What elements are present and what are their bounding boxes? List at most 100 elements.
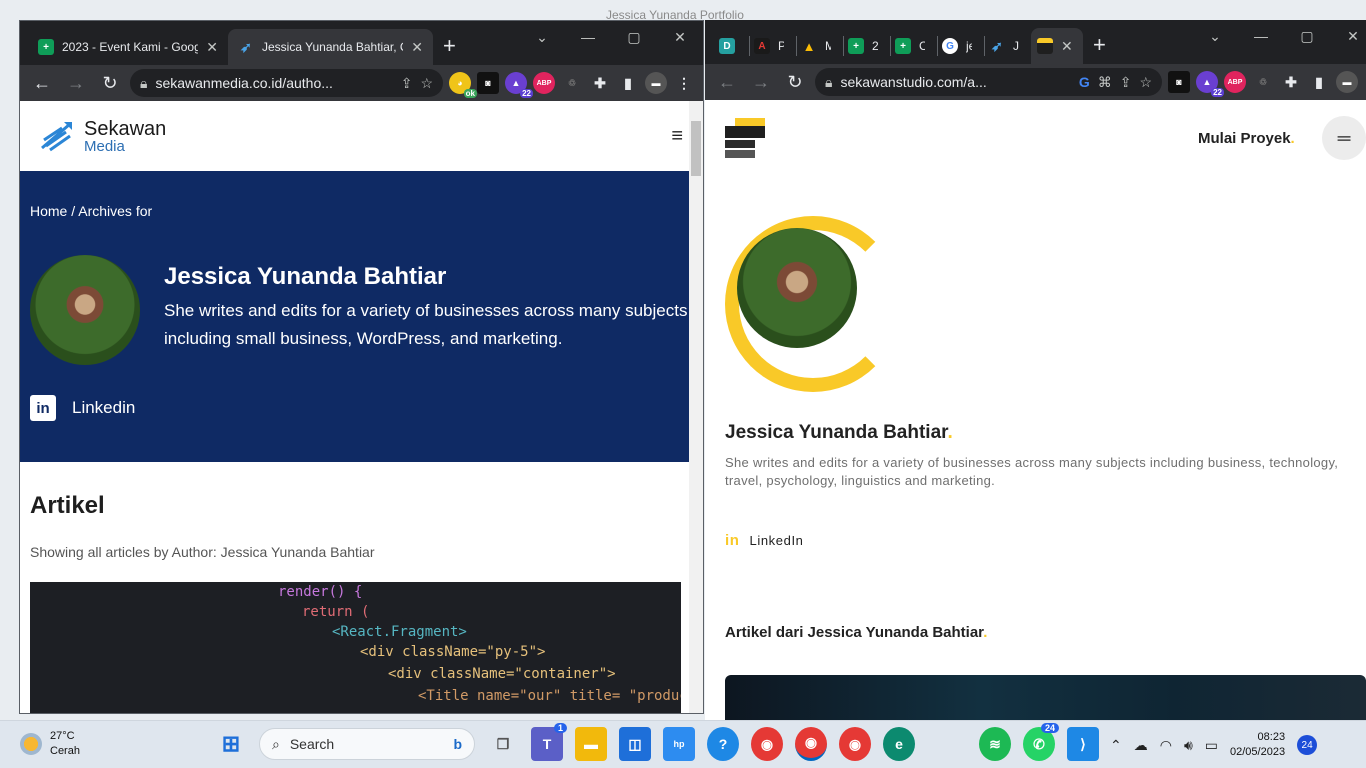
temperature: 27°C xyxy=(50,730,75,742)
extension-recycle-icon[interactable]: ♲ xyxy=(561,72,583,94)
file-explorer-icon[interactable]: ▬ xyxy=(575,727,607,761)
task-view-icon[interactable]: ❐ xyxy=(487,727,519,761)
tab-google-search[interactable]: Gje xyxy=(938,28,984,64)
show-hidden-icons-icon[interactable]: ⌃ xyxy=(1110,737,1122,754)
tab-search-icon[interactable]: ⌄ xyxy=(1192,28,1238,45)
new-tab-button[interactable]: + xyxy=(1083,32,1116,58)
share-icon[interactable]: ⇪ xyxy=(401,75,413,92)
start-windows-icon[interactable]: ⊞ xyxy=(215,727,247,761)
tab-cv[interactable]: DCc xyxy=(705,28,749,64)
logo-bar xyxy=(735,118,765,126)
lock-icon: 🔒︎ xyxy=(140,74,148,91)
edge-icon[interactable]: e xyxy=(883,727,915,761)
clock[interactable]: 08:23 02/05/2023 xyxy=(1230,730,1285,760)
tab-jessica-sekawan[interactable]: ➶ Je xyxy=(985,28,1031,64)
hamburger-menu-icon[interactable]: ≡ xyxy=(671,125,683,148)
address-bar[interactable]: 🔒︎ sekawanstudio.com/a... G ⌘ ⇪ ☆ xyxy=(815,68,1162,96)
weather-widget[interactable]: 27°C Cerah xyxy=(20,729,80,759)
close-window-button[interactable]: ✕ xyxy=(1330,28,1366,45)
extension-graduation-icon[interactable]: ▲ 22 xyxy=(505,72,533,98)
linkedin-link[interactable]: in LinkedIn xyxy=(725,532,803,549)
whatsapp-icon[interactable]: ✆ 24 xyxy=(1023,723,1059,761)
myhp-icon[interactable]: hp xyxy=(663,727,695,761)
scrollbar-thumb[interactable] xyxy=(691,121,701,176)
bookmark-star-icon[interactable]: ☆ xyxy=(1139,74,1152,91)
battery-icon[interactable]: ▭ xyxy=(1205,737,1218,754)
article-thumbnail[interactable] xyxy=(725,675,1366,720)
tab-sheet-20[interactable]: +20 xyxy=(844,28,890,64)
adblock-plus-icon[interactable]: ABP xyxy=(533,72,555,94)
side-panel-icon[interactable]: ▮ xyxy=(1308,71,1330,93)
maximize-button[interactable]: ▢ xyxy=(1284,28,1330,45)
extension-mask-icon[interactable]: ◙ xyxy=(1168,71,1190,93)
extension-recycle-icon[interactable]: ♲ xyxy=(1252,71,1274,93)
adblock-plus-icon[interactable]: ABP xyxy=(1224,71,1246,93)
close-tab-icon[interactable]: ✕ xyxy=(206,39,218,56)
minimize-button[interactable]: — xyxy=(1238,28,1284,44)
tab-sheet-cc[interactable]: + Cc xyxy=(891,28,937,64)
side-panel-icon[interactable]: ▮ xyxy=(617,72,639,94)
chrome-icon[interactable]: ◉ xyxy=(795,727,827,761)
tab-title: Jessica Yunanda Bahtiar, C xyxy=(262,40,404,54)
teams-icon[interactable]: T1 xyxy=(531,723,567,761)
share-icon[interactable]: ⇪ xyxy=(1120,74,1132,91)
extension-graduation-icon[interactable]: ▲ 22 xyxy=(1196,71,1224,97)
maximize-button[interactable]: ▢ xyxy=(611,29,657,46)
browser-toolbar: ← → ↻ 🔒︎ sekawanstudio.com/a... G ⌘ ⇪ ☆ … xyxy=(705,64,1366,100)
reload-button[interactable]: ↻ xyxy=(96,69,124,97)
chrome-alt-icon[interactable]: ◉ xyxy=(839,727,871,761)
volume-icon[interactable]: 🔊︎ xyxy=(1184,737,1193,754)
bookmark-star-icon[interactable]: ☆ xyxy=(420,75,433,92)
author-name: Jessica Yunanda Bahtiar xyxy=(164,263,447,290)
google-lens-icon[interactable]: G xyxy=(1079,74,1090,90)
wifi-icon[interactable]: ◠ xyxy=(1160,737,1172,754)
showing-articles-text: Showing all articles by Author: Jessica … xyxy=(30,544,375,560)
back-button[interactable]: ← xyxy=(713,68,741,96)
linkedin-label: Linkedin xyxy=(72,398,136,417)
weather-sun-icon xyxy=(20,733,42,755)
tab-po[interactable]: A Po xyxy=(750,28,796,64)
minimize-button[interactable]: — xyxy=(565,29,611,45)
address-bar[interactable]: 🔒︎ sekawanmedia.co.id/autho... ⇪ ☆ xyxy=(130,69,443,97)
reload-button[interactable]: ↻ xyxy=(781,68,809,96)
onedrive-cloud-icon[interactable]: ☁ xyxy=(1134,737,1148,754)
profile-avatar[interactable]: ▬ xyxy=(645,72,667,94)
tab-search-icon[interactable]: ⌄ xyxy=(519,29,565,46)
translate-icon[interactable]: ⌘ xyxy=(1098,74,1112,91)
notification-badge: 1 xyxy=(553,723,567,733)
tab-title: Po xyxy=(778,39,784,53)
microsoft-store-icon[interactable]: ◫ xyxy=(619,727,651,761)
linkedin-link[interactable]: in Linkedin xyxy=(30,395,693,421)
tab-event-kami[interactable]: + 2023 - Event Kami - Googl ✕ xyxy=(28,29,228,65)
page-content-sekawan-media: Sekawan Media ≡ Home / Archives for Jess… xyxy=(20,101,703,713)
notification-center-badge[interactable]: 24 xyxy=(1297,735,1318,755)
close-window-button[interactable]: ✕ xyxy=(657,29,703,46)
forward-button[interactable]: → xyxy=(747,68,775,96)
extension-mask-icon[interactable]: ◙ xyxy=(477,72,499,94)
extension-ok-icon[interactable]: ◕ ok xyxy=(449,72,477,98)
help-icon[interactable]: ? xyxy=(707,727,739,761)
profile-avatar[interactable]: ▬ xyxy=(1336,71,1358,93)
menu-kebab-icon[interactable]: ⋮ xyxy=(673,72,695,94)
tab-drive[interactable]: ▲ M xyxy=(797,28,843,64)
sekawan-studio-logo[interactable] xyxy=(725,118,765,158)
mulai-proyek-link[interactable]: Mulai Proyek. xyxy=(1198,130,1295,147)
vscode-icon[interactable]: ⟩ xyxy=(1067,727,1099,761)
menu-toggle-button[interactable]: ═ xyxy=(1322,116,1366,160)
sekawan-media-logo[interactable]: Sekawan Media xyxy=(40,119,166,154)
tab-jessica-sekawan-media[interactable]: ➶ Jessica Yunanda Bahtiar, C ✕ xyxy=(228,29,433,65)
code-line: <div className="py-5"> xyxy=(360,644,546,660)
new-tab-button[interactable]: + xyxy=(433,33,466,59)
back-button[interactable]: ← xyxy=(28,69,56,97)
extensions-puzzle-icon[interactable]: ✚ xyxy=(589,72,611,94)
page-scrollbar[interactable] xyxy=(689,101,703,713)
spotify-icon[interactable]: ≋ xyxy=(979,727,1011,761)
close-tab-icon[interactable]: ✕ xyxy=(411,39,423,56)
chrome-profile-icon[interactable]: ◉ xyxy=(751,727,783,761)
close-tab-icon[interactable]: ✕ xyxy=(1061,38,1073,55)
forward-button[interactable]: → xyxy=(62,69,90,97)
article-thumbnail-code[interactable]: render() { return ( <React.Fragment> <di… xyxy=(30,582,681,713)
taskbar-search[interactable]: ⌕ Search b xyxy=(259,728,475,760)
tab-sekawan-studio[interactable]: ✕ xyxy=(1031,28,1083,64)
extensions-puzzle-icon[interactable]: ✚ xyxy=(1280,71,1302,93)
